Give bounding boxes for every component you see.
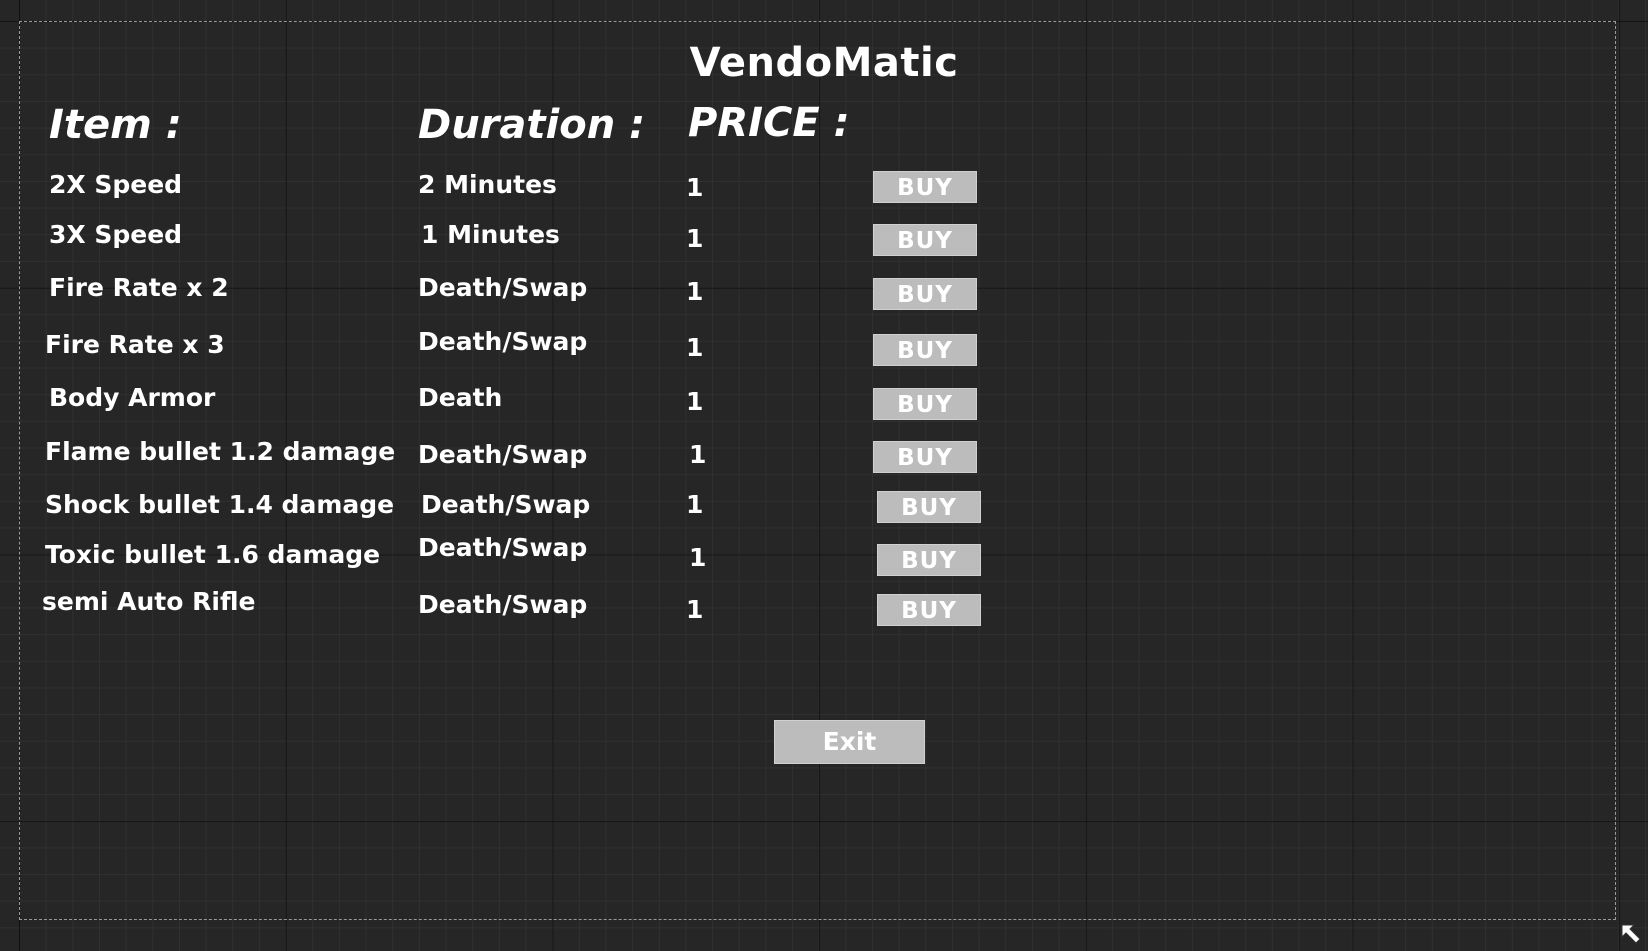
item-price: 1 <box>686 595 704 624</box>
duration-column-header: Duration : <box>418 102 646 148</box>
item-price: 1 <box>689 543 707 572</box>
item-name: 2X Speed <box>49 170 183 199</box>
item-price: 1 <box>686 387 704 416</box>
resize-handle-icon[interactable] <box>1620 923 1642 945</box>
buy-button-shock-bullet[interactable]: BUY <box>877 491 981 523</box>
buy-button-3x-speed[interactable]: BUY <box>873 224 977 256</box>
item-name: Flame bullet 1.2 damage <box>45 437 396 466</box>
item-duration: Death/Swap <box>418 273 588 302</box>
item-duration: Death/Swap <box>418 327 588 356</box>
item-duration: 1 Minutes <box>421 220 560 249</box>
item-price: 1 <box>689 440 707 469</box>
item-name: 3X Speed <box>49 220 183 249</box>
item-price: 1 <box>686 173 704 202</box>
buy-button-fire-rate-x2[interactable]: BUY <box>873 278 977 310</box>
item-duration: Death/Swap <box>418 533 588 562</box>
buy-button-flame-bullet[interactable]: BUY <box>873 441 977 473</box>
item-duration: 2 Minutes <box>418 170 557 199</box>
vendor-title: VendoMatic <box>689 40 959 86</box>
buy-button-toxic-bullet[interactable]: BUY <box>877 544 981 576</box>
item-name: Shock bullet 1.4 damage <box>45 490 395 519</box>
item-duration: Death/Swap <box>421 490 591 519</box>
item-price: 1 <box>686 224 704 253</box>
item-name: Fire Rate x 3 <box>45 330 225 359</box>
item-name: Toxic bullet 1.6 damage <box>45 540 381 569</box>
item-duration: Death/Swap <box>418 590 588 619</box>
item-name: semi Auto Rifle <box>42 587 256 616</box>
item-duration: Death <box>418 383 503 412</box>
price-column-header: PRICE : <box>688 100 850 146</box>
buy-button-semi-auto-rifle[interactable]: BUY <box>877 594 981 626</box>
widget-canvas <box>19 21 1616 920</box>
item-name: Fire Rate x 2 <box>49 273 229 302</box>
item-duration: Death/Swap <box>418 440 588 469</box>
item-name: Body Armor <box>49 383 216 412</box>
item-price: 1 <box>686 490 704 519</box>
item-price: 1 <box>686 333 704 362</box>
item-price: 1 <box>686 277 704 306</box>
buy-button-2x-speed[interactable]: BUY <box>873 171 977 203</box>
buy-button-fire-rate-x3[interactable]: BUY <box>873 334 977 366</box>
buy-button-body-armor[interactable]: BUY <box>873 388 977 420</box>
exit-button[interactable]: Exit <box>774 720 925 764</box>
item-column-header: Item : <box>49 102 182 148</box>
